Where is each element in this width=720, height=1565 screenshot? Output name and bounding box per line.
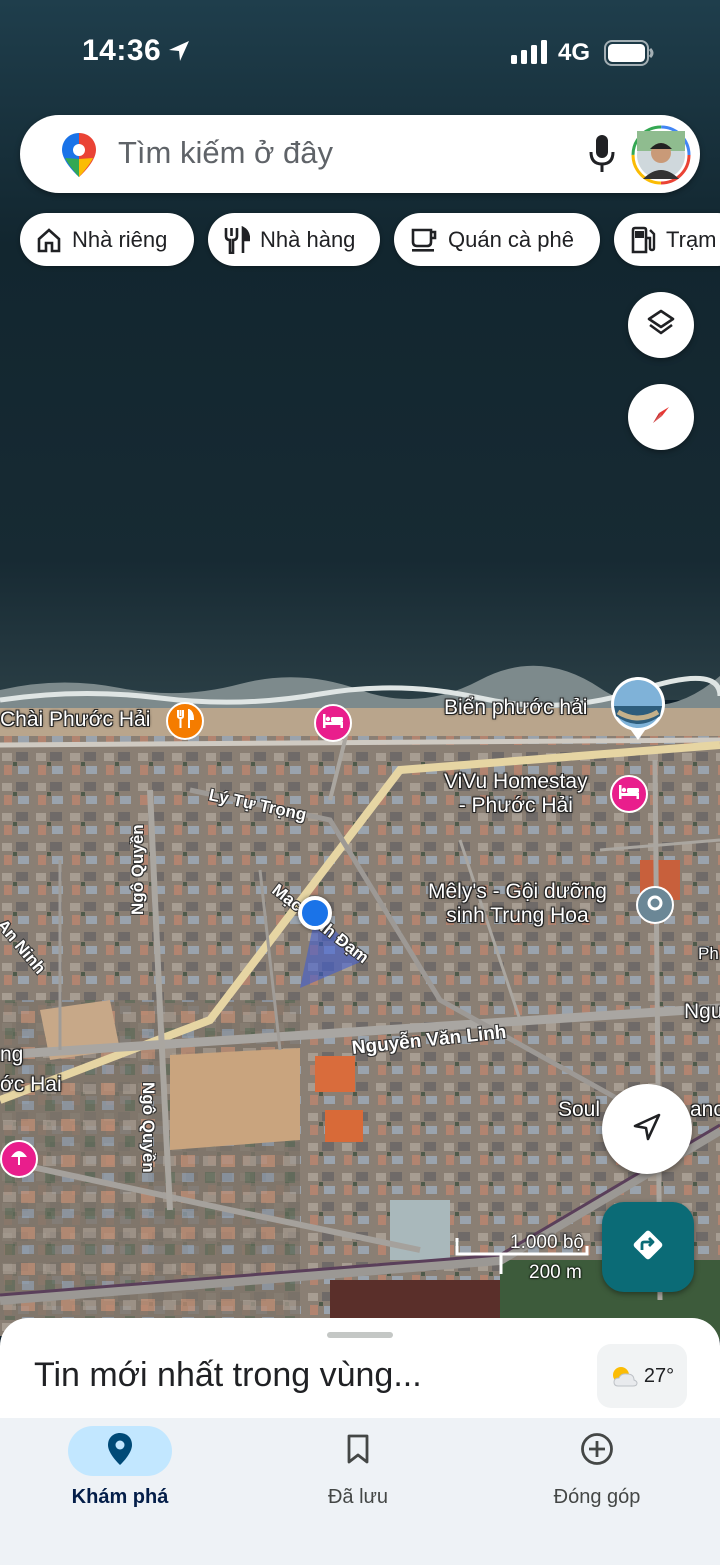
homestay-pin[interactable]: [610, 775, 648, 813]
nav-saved[interactable]: Đã lưu: [258, 1418, 458, 1528]
sheet-title: Tin mới nhất trong vùng...: [34, 1356, 422, 1394]
search-bar[interactable]: Tìm kiếm ở đây: [20, 115, 700, 193]
street-label: Ngô Quyền: [128, 824, 147, 915]
sheet-drag-handle[interactable]: [327, 1332, 393, 1338]
explore-pin-icon: [107, 1432, 133, 1471]
nav-explore[interactable]: Khám phá: [20, 1418, 220, 1528]
place-icon: [647, 895, 663, 916]
place-label-fishing-village[interactable]: Chài Phước Hải: [0, 708, 150, 732]
profile-avatar[interactable]: [631, 125, 691, 185]
map-scale: 1.000 bộ 200 m: [455, 1232, 595, 1284]
chip-gas-stations[interactable]: Trạm: [614, 213, 720, 266]
chip-cafes[interactable]: Quán cà phê: [394, 213, 600, 266]
microphone-icon[interactable]: [588, 135, 616, 178]
nav-active-indicator: [68, 1426, 172, 1476]
temperature: 27°: [643, 1364, 675, 1387]
location-arrow-icon: [168, 40, 190, 67]
restaurant-pin[interactable]: [166, 702, 204, 740]
place-label-homestay[interactable]: ViVu Homestay - Phước Hải: [444, 770, 588, 818]
chip-restaurants[interactable]: Nhà hàng: [208, 213, 380, 266]
partly-cloudy-icon: [610, 1365, 638, 1387]
nav-label: Đóng góp: [553, 1486, 641, 1508]
umbrella-icon: [9, 1147, 29, 1172]
bottom-sheet[interactable]: Tin mới nhất trong vùng... 27°: [0, 1318, 720, 1428]
layers-button[interactable]: [628, 292, 694, 358]
bottom-navigation: Khám phá Đã lưu Đóng góp: [0, 1418, 720, 1565]
home-icon: [36, 227, 62, 253]
hotel-pin[interactable]: [314, 704, 352, 742]
place-label-spa[interactable]: Mêly's - Gội dưỡng sinh Trung Hoa: [428, 880, 607, 928]
add-circle-icon: [580, 1432, 614, 1471]
scale-metric: 200 m: [529, 1262, 582, 1283]
street-label: Ngu: [684, 1000, 720, 1023]
search-placeholder[interactable]: Tìm kiếm ở đây: [118, 135, 333, 171]
spa-pin[interactable]: [636, 886, 674, 924]
attraction-pin[interactable]: [0, 1140, 38, 1178]
nav-label: Đã lưu: [327, 1486, 389, 1508]
place-label-soul[interactable]: Soul: [558, 1098, 600, 1122]
network-type: 4G: [558, 39, 591, 66]
photo-pin-icon[interactable]: [610, 676, 666, 742]
place-label-district: ng ớc Hai: [0, 1043, 62, 1096]
cellular-signal-icon: [511, 40, 547, 69]
place-label-partial: anc: [690, 1098, 720, 1121]
google-maps-logo-icon: [62, 133, 96, 182]
directions-icon: [631, 1228, 665, 1267]
my-location-button[interactable]: [602, 1084, 692, 1174]
street-label: Ph: [698, 944, 719, 963]
hotel-icon: [618, 784, 640, 805]
my-location-dot: [298, 896, 332, 930]
place-label-beach[interactable]: Biển phước hải: [444, 696, 587, 720]
hotel-icon: [322, 713, 344, 734]
status-time: 14:36: [82, 34, 162, 67]
compass-button[interactable]: [628, 384, 694, 450]
chip-label: Nhà hàng: [260, 226, 356, 252]
nav-contribute[interactable]: Đóng góp: [497, 1418, 697, 1528]
scale-imperial: 1.000 bộ: [510, 1232, 584, 1253]
nav-label: Khám phá: [71, 1486, 169, 1508]
coffee-icon: [410, 226, 438, 254]
battery-icon: [604, 40, 654, 71]
restaurant-icon: [224, 225, 250, 254]
layers-icon: [646, 308, 676, 343]
status-bar: 14:36 4G: [0, 0, 720, 100]
chip-home[interactable]: Nhà riêng: [20, 213, 194, 266]
street-label: Ngô Quyền: [139, 1082, 158, 1173]
nav-icon-wrap: [545, 1426, 649, 1476]
gas-station-icon: [630, 226, 656, 254]
weather-chip[interactable]: 27°: [597, 1344, 687, 1408]
chip-label: Nhà riêng: [72, 226, 168, 252]
bookmark-icon: [346, 1434, 370, 1469]
chip-label: Quán cà phê: [448, 226, 574, 252]
navigation-arrow-icon: [632, 1112, 662, 1147]
chip-label: Trạm: [666, 226, 717, 252]
nav-icon-wrap: [306, 1426, 410, 1476]
restaurant-icon: [176, 707, 195, 734]
directions-button[interactable]: [602, 1202, 694, 1292]
compass-icon: [647, 401, 675, 434]
